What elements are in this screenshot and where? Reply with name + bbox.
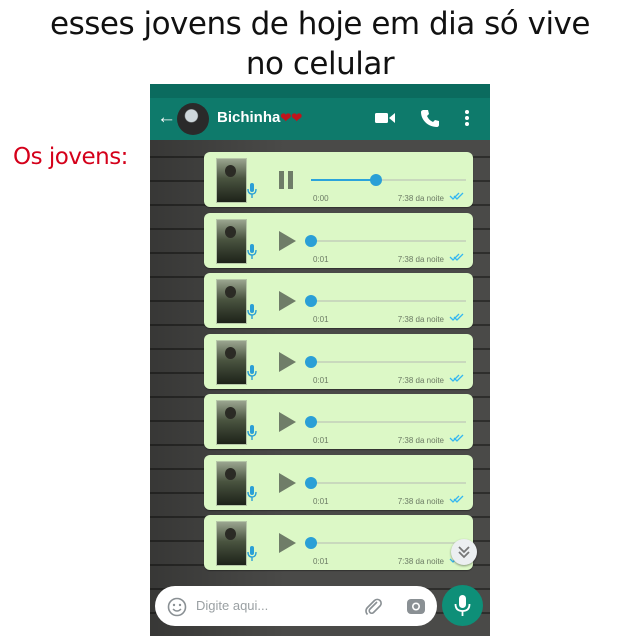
seek-handle[interactable] bbox=[305, 537, 317, 549]
audio-seekbar[interactable] bbox=[305, 295, 466, 307]
seek-handle[interactable] bbox=[305, 355, 317, 368]
contact-name-text: Bichinha bbox=[217, 109, 281, 126]
more-vert-icon[interactable] bbox=[464, 109, 470, 127]
play-icon[interactable] bbox=[276, 411, 298, 433]
phone-screenshot: ← Bichinha❤❤ 0:00 7:38 da noite 0:01 7:38 d… bbox=[150, 84, 490, 636]
seek-handle[interactable] bbox=[370, 174, 383, 186]
voice-message[interactable]: 0:01 7:38 da noite bbox=[204, 454, 473, 510]
audio-duration: 0:00 bbox=[313, 194, 329, 203]
voice-message[interactable]: 0:01 7:38 da noite bbox=[204, 212, 473, 268]
microphone-icon bbox=[247, 546, 257, 561]
audio-duration: 0:01 bbox=[313, 254, 329, 264]
audio-duration: 0:01 bbox=[313, 436, 329, 445]
seek-handle[interactable] bbox=[305, 295, 317, 307]
message-time: 7:38 da noite bbox=[397, 557, 444, 566]
seek-handle[interactable] bbox=[305, 476, 317, 489]
composer-bar: Digite aqui... bbox=[150, 578, 490, 636]
camera-icon[interactable] bbox=[406, 597, 426, 615]
meme-title: esses jovens de hoje em dia só vive no c… bbox=[0, 4, 640, 84]
voice-message[interactable]: 0:01 7:38 da noite bbox=[204, 515, 473, 570]
voice-message[interactable]: 0:01 7:38 da noite bbox=[204, 273, 473, 328]
sender-photo bbox=[216, 339, 247, 385]
play-icon[interactable] bbox=[276, 472, 298, 494]
double-check-icon bbox=[449, 495, 464, 503]
arrow-left-icon[interactable]: ← bbox=[157, 107, 176, 129]
audio-duration: 0:01 bbox=[313, 375, 329, 385]
seek-handle[interactable] bbox=[305, 234, 317, 247]
voice-message[interactable]: 0:01 7:38 da noite bbox=[204, 333, 473, 389]
record-voice-button[interactable] bbox=[442, 585, 483, 626]
audio-seekbar[interactable] bbox=[311, 174, 466, 186]
contact-name[interactable]: Bichinha❤❤ bbox=[217, 109, 302, 126]
sender-photo bbox=[216, 521, 247, 566]
message-time: 7:38 da noite bbox=[397, 436, 444, 445]
voice-message[interactable]: 0:00 7:38 da noite bbox=[204, 152, 473, 207]
audio-seekbar[interactable] bbox=[305, 476, 466, 489]
chat-header: ← Bichinha❤❤ bbox=[150, 98, 490, 140]
sender-photo bbox=[216, 218, 247, 264]
sender-photo bbox=[216, 158, 247, 203]
meme-title-line-1: esses jovens de hoje em dia só vive bbox=[50, 6, 590, 42]
microphone-icon bbox=[247, 364, 257, 380]
sender-photo bbox=[216, 460, 247, 506]
pause-icon[interactable] bbox=[276, 169, 296, 191]
status-bar bbox=[150, 84, 490, 98]
contact-avatar[interactable] bbox=[177, 103, 209, 135]
message-time: 7:38 da noite bbox=[397, 375, 444, 385]
sender-photo bbox=[216, 400, 247, 445]
message-time: 7:38 da noite bbox=[397, 496, 444, 506]
double-check-icon bbox=[449, 192, 464, 200]
message-time: 7:38 da noite bbox=[397, 254, 444, 264]
audio-duration: 0:01 bbox=[313, 557, 329, 566]
play-icon[interactable] bbox=[276, 230, 298, 252]
play-icon[interactable] bbox=[276, 290, 298, 312]
audio-seekbar[interactable] bbox=[305, 355, 466, 368]
sender-photo bbox=[216, 279, 247, 324]
microphone-icon bbox=[247, 243, 257, 259]
message-time: 7:38 da noite bbox=[397, 315, 444, 324]
side-caption: Os jovens: bbox=[13, 144, 128, 170]
microphone-icon bbox=[247, 183, 257, 198]
audio-duration: 0:01 bbox=[313, 315, 329, 324]
audio-seekbar[interactable] bbox=[305, 416, 466, 428]
seek-handle[interactable] bbox=[305, 416, 317, 428]
double-check-icon bbox=[449, 374, 464, 382]
emoji-icon[interactable] bbox=[167, 597, 187, 617]
message-input[interactable]: Digite aqui... bbox=[155, 586, 437, 626]
phone-icon[interactable] bbox=[420, 108, 440, 128]
audio-duration: 0:01 bbox=[313, 496, 329, 506]
paperclip-icon[interactable] bbox=[363, 596, 383, 616]
play-icon[interactable] bbox=[276, 532, 298, 554]
heart-emoji: ❤❤ bbox=[280, 110, 303, 125]
microphone-icon bbox=[247, 425, 257, 440]
microphone-icon bbox=[247, 485, 257, 501]
voice-message[interactable]: 0:01 7:38 da noite bbox=[204, 394, 473, 449]
message-time: 7:38 da noite bbox=[397, 194, 444, 203]
microphone-icon bbox=[247, 304, 257, 319]
double-check-icon bbox=[449, 253, 464, 261]
meme-title-line-2: no celular bbox=[245, 46, 395, 82]
double-chevron-down-icon[interactable] bbox=[451, 539, 477, 565]
video-camera-icon[interactable] bbox=[374, 110, 396, 126]
microphone-icon bbox=[454, 595, 471, 616]
double-check-icon bbox=[449, 313, 464, 321]
audio-seekbar[interactable] bbox=[305, 234, 466, 247]
double-check-icon bbox=[449, 434, 464, 442]
play-icon[interactable] bbox=[276, 351, 298, 373]
message-input-placeholder: Digite aqui... bbox=[196, 598, 269, 613]
audio-progress bbox=[311, 179, 377, 181]
audio-seekbar[interactable] bbox=[305, 537, 466, 549]
